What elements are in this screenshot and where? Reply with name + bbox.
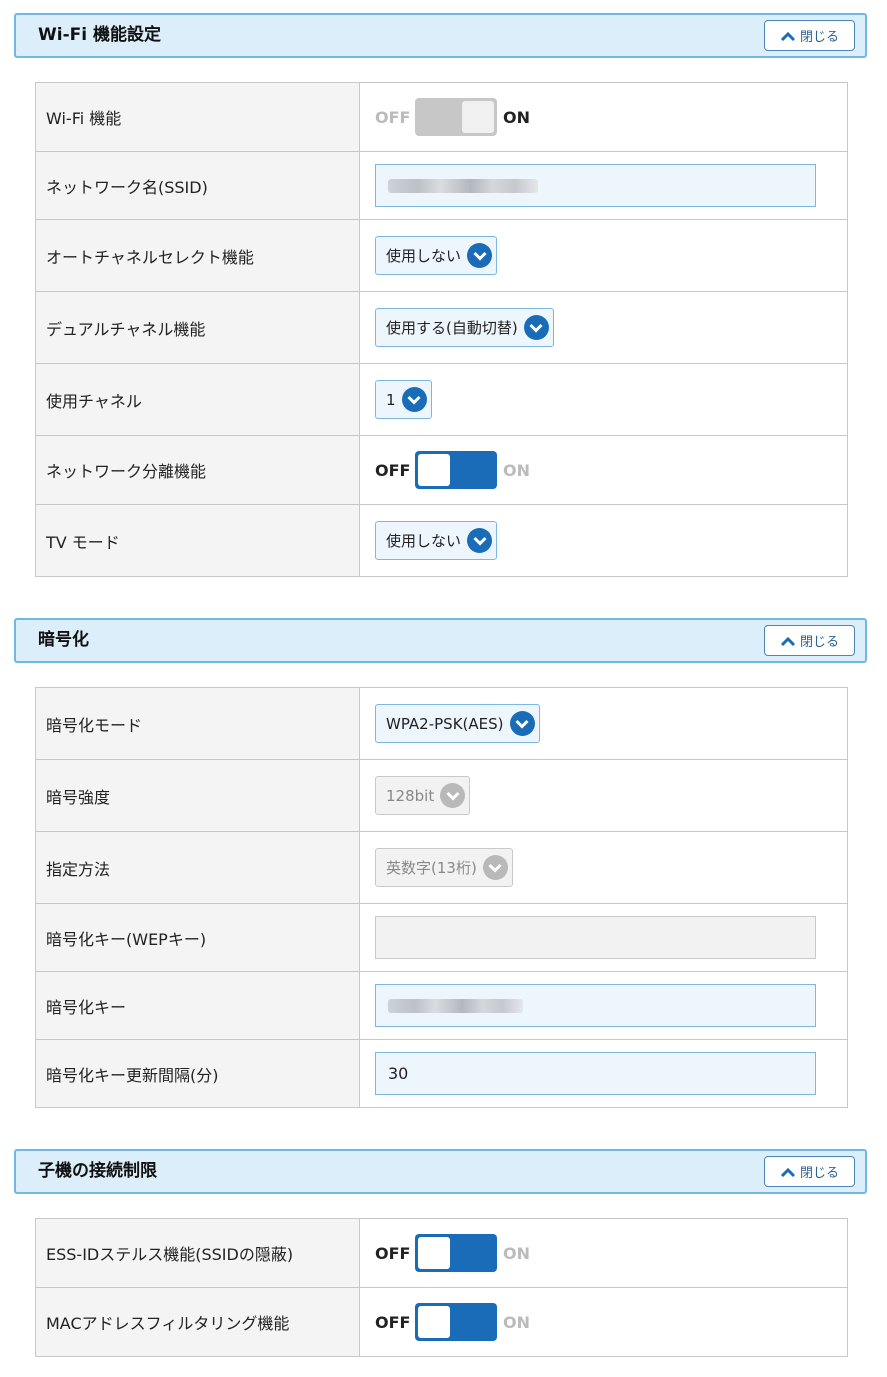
select-value: 英数字(13桁) bbox=[386, 859, 477, 877]
mac-filter-toggle: OFF ON bbox=[375, 1303, 847, 1341]
stealth-switch[interactable] bbox=[415, 1234, 497, 1272]
strength-select[interactable]: 128bit bbox=[375, 776, 471, 815]
table-row: オートチャネルセレクト機能 使用しない bbox=[35, 219, 848, 292]
section-title: 子機の接続制限 bbox=[38, 1161, 157, 1181]
toggle-on-label: ON bbox=[503, 460, 530, 480]
close-section-button[interactable]: 閉じる bbox=[764, 625, 855, 656]
encryption-mode-select[interactable]: WPA2-PSK(AES) bbox=[375, 704, 540, 743]
select-value: WPA2-PSK(AES) bbox=[386, 714, 504, 733]
chevron-down-icon bbox=[509, 711, 535, 736]
tv-mode-select[interactable]: 使用しない bbox=[375, 521, 498, 560]
wifi-section-header: Wi-Fi 機能設定 閉じる bbox=[14, 13, 867, 58]
row-label: ネットワーク分離機能 bbox=[35, 435, 360, 505]
close-section-button[interactable]: 閉じる bbox=[764, 20, 855, 51]
table-row: Wi-Fi 機能 OFF ON bbox=[35, 82, 848, 152]
input-value: 30 bbox=[388, 1064, 409, 1083]
close-section-button[interactable]: 閉じる bbox=[764, 1156, 855, 1187]
toggle-on-label: ON bbox=[503, 107, 530, 127]
toggle-off-label: OFF bbox=[375, 1243, 411, 1263]
wifi-function-toggle: OFF ON bbox=[375, 98, 847, 136]
toggle-off-label: OFF bbox=[375, 460, 411, 480]
row-label: 暗号化キー更新間隔(分) bbox=[35, 1039, 360, 1108]
row-label: デュアルチャネル機能 bbox=[35, 291, 360, 364]
select-value: 使用しない bbox=[386, 247, 462, 265]
row-label: ESS-IDステルス機能(SSIDの隠蔽) bbox=[35, 1218, 360, 1288]
table-row: MACアドレスフィルタリング機能 OFF ON bbox=[35, 1287, 848, 1357]
row-label: Wi-Fi 機能 bbox=[35, 82, 360, 152]
table-row: ネットワーク名(SSID) bbox=[35, 151, 848, 220]
blurred-value bbox=[388, 178, 538, 193]
row-label: TV モード bbox=[35, 504, 360, 577]
client-limit-section-header: 子機の接続制限 閉じる bbox=[14, 1149, 867, 1194]
dual-channel-select[interactable]: 使用する(自動切替) bbox=[375, 308, 554, 347]
table-row: ネットワーク分離機能 OFF ON bbox=[35, 435, 848, 505]
table-row: 暗号化キー(WEPキー) bbox=[35, 903, 848, 972]
mac-filter-switch[interactable] bbox=[415, 1303, 497, 1341]
toggle-on-label: ON bbox=[503, 1312, 530, 1332]
chevron-up-icon bbox=[780, 31, 796, 41]
wifi-function-switch[interactable] bbox=[415, 98, 497, 136]
chevron-down-icon bbox=[467, 528, 493, 553]
row-label: 使用チャネル bbox=[35, 363, 360, 436]
encryption-section-header: 暗号化 閉じる bbox=[14, 618, 867, 663]
select-value: 使用する(自動切替) bbox=[386, 319, 518, 337]
row-label: 暗号化キー bbox=[35, 971, 360, 1040]
select-value: 128bit bbox=[386, 786, 435, 805]
blurred-value bbox=[388, 998, 523, 1013]
wifi-settings-table: Wi-Fi 機能 OFF ON ネットワーク名(SSID) オートチャネルセレク… bbox=[35, 82, 848, 577]
toggle-off-label: OFF bbox=[375, 107, 411, 127]
channel-select[interactable]: 1 bbox=[375, 380, 432, 419]
table-row: TV モード 使用しない bbox=[35, 504, 848, 577]
chevron-down-icon bbox=[440, 783, 466, 808]
table-row: ESS-IDステルス機能(SSIDの隠蔽) OFF ON bbox=[35, 1218, 848, 1288]
table-row: 暗号化モード WPA2-PSK(AES) bbox=[35, 687, 848, 760]
auto-channel-select[interactable]: 使用しない bbox=[375, 236, 498, 275]
switch-knob bbox=[418, 454, 450, 486]
select-value: 使用しない bbox=[386, 532, 462, 550]
row-label: 指定方法 bbox=[35, 831, 360, 904]
toggle-off-label: OFF bbox=[375, 1312, 411, 1332]
row-label: 暗号化キー(WEPキー) bbox=[35, 903, 360, 972]
switch-knob bbox=[418, 1306, 450, 1338]
encryption-key-input[interactable] bbox=[375, 984, 816, 1027]
client-limit-settings-table: ESS-IDステルス機能(SSIDの隠蔽) OFF ON MACアドレスフィルタ… bbox=[35, 1218, 848, 1357]
chevron-up-icon bbox=[780, 636, 796, 646]
table-row: デュアルチャネル機能 使用する(自動切替) bbox=[35, 291, 848, 364]
stealth-toggle: OFF ON bbox=[375, 1234, 847, 1272]
chevron-up-icon bbox=[780, 1167, 796, 1177]
key-interval-input[interactable]: 30 bbox=[375, 1052, 816, 1095]
method-select[interactable]: 英数字(13桁) bbox=[375, 848, 513, 887]
table-row: 暗号化キー bbox=[35, 971, 848, 1040]
chevron-down-icon bbox=[467, 243, 493, 268]
row-label: オートチャネルセレクト機能 bbox=[35, 219, 360, 292]
encryption-settings-table: 暗号化モード WPA2-PSK(AES) 暗号強度 128bit 指定方法 英数… bbox=[35, 687, 848, 1108]
toggle-on-label: ON bbox=[503, 1243, 530, 1263]
close-button-label: 閉じる bbox=[799, 635, 839, 650]
table-row: 使用チャネル 1 bbox=[35, 363, 848, 436]
table-row: 暗号強度 128bit bbox=[35, 759, 848, 832]
table-row: 指定方法 英数字(13桁) bbox=[35, 831, 848, 904]
chevron-down-icon bbox=[401, 387, 427, 412]
section-title: 暗号化 bbox=[38, 630, 89, 650]
section-title: Wi-Fi 機能設定 bbox=[38, 25, 161, 45]
switch-knob bbox=[418, 1237, 450, 1269]
ssid-input[interactable] bbox=[375, 164, 816, 207]
wep-key-input[interactable] bbox=[375, 916, 816, 959]
row-label: 暗号強度 bbox=[35, 759, 360, 832]
switch-knob bbox=[462, 101, 494, 133]
network-separation-switch[interactable] bbox=[415, 451, 497, 489]
chevron-down-icon bbox=[482, 855, 508, 880]
row-label: 暗号化モード bbox=[35, 687, 360, 760]
row-label: MACアドレスフィルタリング機能 bbox=[35, 1287, 360, 1357]
table-row: 暗号化キー更新間隔(分) 30 bbox=[35, 1039, 848, 1108]
close-button-label: 閉じる bbox=[799, 30, 839, 45]
row-label: ネットワーク名(SSID) bbox=[35, 151, 360, 220]
network-separation-toggle: OFF ON bbox=[375, 451, 847, 489]
close-button-label: 閉じる bbox=[799, 1166, 839, 1181]
chevron-down-icon bbox=[523, 315, 549, 340]
select-value: 1 bbox=[386, 390, 396, 409]
